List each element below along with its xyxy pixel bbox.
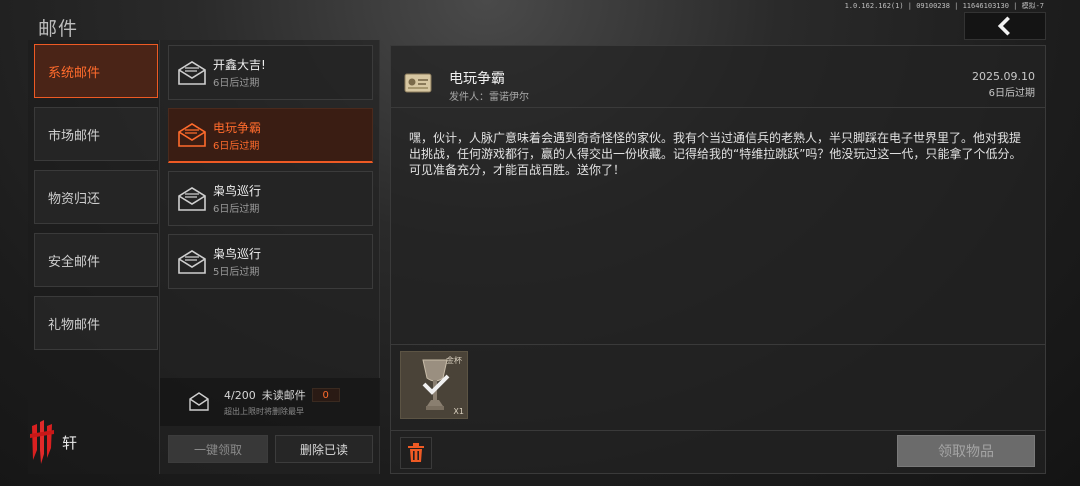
mail-expire: 6日后过期 — [213, 204, 260, 215]
category-label: 礼物邮件 — [48, 317, 101, 333]
mail-title: 电玩争霸 — [213, 120, 262, 135]
unread-count-badge: 0 — [311, 388, 340, 402]
attachment-area: 金杯 X1 — [391, 344, 1045, 430]
brand: 轩 — [28, 420, 77, 464]
brand-text: 轩 — [62, 433, 78, 452]
envelope-open-icon — [178, 60, 206, 85]
mail-count-bar: 4/200 未读邮件 0 超出上限时将删除最早 — [160, 378, 380, 426]
category-sidebar: 系统邮件 市场邮件 物资归还 安全邮件 礼物邮件 — [28, 40, 160, 474]
mail-list-panel: 开鑫大吉! 6日后过期 电玩争霸 6日后过期 枭鸟巡行 6日后过期 枭鸟巡行 5… — [160, 40, 380, 474]
attachment-qty: X1 — [453, 407, 464, 416]
mail-title: 枭鸟巡行 — [213, 247, 262, 261]
category-label: 系统邮件 — [48, 65, 101, 81]
envelope-open-icon — [178, 249, 206, 274]
category-label: 安全邮件 — [48, 254, 101, 270]
mailbox-icon — [189, 392, 209, 411]
envelope-open-icon — [178, 123, 206, 147]
mail-body: 嘿，伙计，人脉广意味着会遇到奇奇怪怪的家伙。我有个当过通信兵的老熟人，半只脚踩在… — [409, 131, 1022, 177]
back-button[interactable] — [964, 12, 1046, 40]
mail-title: 枭鸟巡行 — [213, 184, 262, 198]
attachment-name: 金杯 — [446, 356, 462, 365]
id-card-icon — [404, 73, 432, 93]
category-system-mail[interactable]: 系统邮件 — [34, 44, 158, 98]
delete-mail-button[interactable] — [400, 437, 432, 469]
unread-label: 未读邮件 — [261, 389, 306, 402]
category-supply-return[interactable]: 物资归还 — [34, 170, 158, 224]
chevron-left-icon — [997, 16, 1010, 36]
mail-expire: 6日后过期 — [213, 140, 260, 152]
mail-title: 开鑫大吉! — [213, 58, 266, 72]
mail-expire: 6日后过期 — [213, 78, 260, 89]
mail-detail-title: 电玩争霸 — [449, 71, 505, 87]
trash-icon — [408, 443, 424, 462]
mail-expire: 5日后过期 — [213, 267, 260, 278]
attachment-item[interactable]: 金杯 X1 — [400, 351, 468, 419]
limit-note: 超出上限时将删除最早 — [224, 407, 304, 416]
category-label: 物资归还 — [48, 191, 101, 207]
category-security-mail[interactable]: 安全邮件 — [34, 233, 158, 287]
category-market-mail[interactable]: 市场邮件 — [34, 107, 158, 161]
envelope-open-icon — [178, 186, 206, 211]
mail-sender: 发件人：雷诺伊尔 — [449, 92, 529, 103]
brand-logo-icon — [30, 420, 54, 464]
mail-expire-detail: 6日后过期 — [988, 88, 1035, 99]
delete-read-button[interactable]: 删除已读 — [275, 435, 373, 463]
mail-item[interactable]: 枭鸟巡行 5日后过期 — [168, 234, 373, 289]
mail-date: 2025.09.10 — [972, 70, 1035, 83]
mail-item[interactable]: 开鑫大吉! 6日后过期 — [168, 45, 373, 100]
collect-items-button[interactable]: 领取物品 — [897, 435, 1035, 467]
category-label: 市场邮件 — [48, 128, 101, 144]
check-icon — [422, 374, 450, 395]
mail-detail-footer: 领取物品 — [391, 430, 1045, 475]
version-info: 1.0.162.162(1) | 09100238 | 11646103130 … — [844, 2, 1044, 10]
mail-detail-panel: 电玩争霸 发件人：雷诺伊尔 2025.09.10 6日后过期 嘿，伙计，人脉广意… — [390, 45, 1046, 474]
mail-detail-header: 电玩争霸 发件人：雷诺伊尔 2025.09.10 6日后过期 — [391, 46, 1045, 108]
mail-count: 4/200 — [224, 388, 256, 402]
page-title: 邮件 — [38, 18, 79, 40]
category-gift-mail[interactable]: 礼物邮件 — [34, 296, 158, 350]
mail-item-selected[interactable]: 电玩争霸 6日后过期 — [168, 108, 373, 163]
collect-all-button[interactable]: 一键领取 — [168, 435, 268, 463]
mail-item[interactable]: 枭鸟巡行 6日后过期 — [168, 171, 373, 226]
